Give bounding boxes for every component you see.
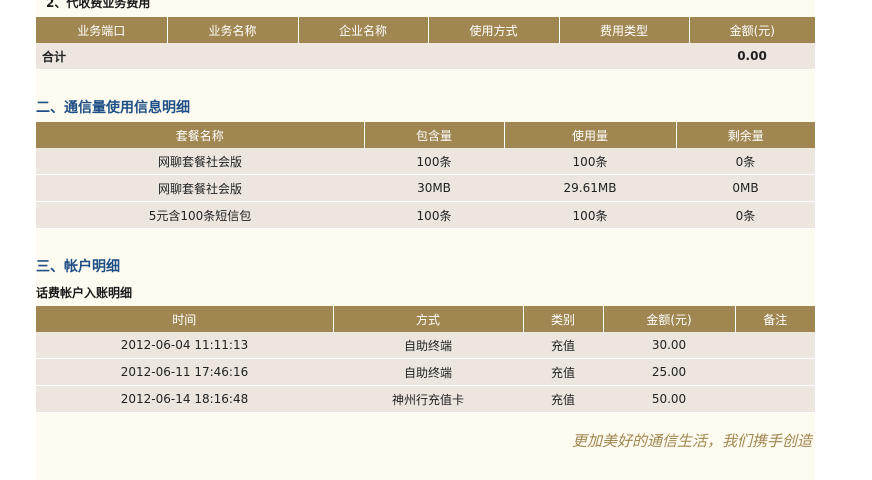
col-header-remaining: 剩余量 [676, 122, 815, 148]
account-credits-table: 时间 方式 类别 金额(元) 备注 2012-06-04 11:11:13 自助… [36, 306, 815, 413]
cell-method: 自助终端 [333, 332, 523, 359]
col-header-package-name: 套餐名称 [36, 122, 365, 148]
bill-content: 2、代收费业务费用 业务端口 业务名称 企业名称 使用方式 费用类型 金额(元)… [36, 0, 815, 480]
cell-included: 100条 [364, 201, 504, 229]
total-label: 合计 [36, 43, 689, 70]
footer-slogan: 更加美好的通信生活，我们携手创造 [571, 432, 812, 450]
col-header-amount: 金额(元) [689, 17, 815, 43]
cell-category: 充值 [523, 332, 603, 359]
cell-time: 2012-06-04 11:11:13 [36, 332, 333, 359]
usage-table: 套餐名称 包含量 使用量 剩余量 网聊套餐社会版 100条 100条 0条 网聊… [36, 122, 815, 229]
col-header-port: 业务端口 [36, 17, 168, 43]
section-title-usage: 二、通信量使用信息明细 [36, 100, 190, 116]
col-header-included: 包含量 [364, 122, 505, 148]
total-amount: 0.00 [689, 43, 815, 70]
cell-used: 100条 [504, 201, 676, 229]
cell-time: 2012-06-14 18:16:48 [36, 385, 333, 413]
total-row: 合计 0.00 [36, 43, 815, 70]
cell-package-name: 网聊套餐社会版 [36, 148, 364, 175]
cell-package-name: 5元含100条短信包 [36, 201, 364, 229]
cell-category: 充值 [523, 358, 603, 386]
col-header-method: 方式 [333, 306, 524, 332]
col-header-time: 时间 [36, 306, 334, 332]
col-header-company-name: 企业名称 [298, 17, 429, 43]
col-header-used: 使用量 [504, 122, 677, 148]
cell-included: 100条 [364, 148, 504, 175]
table-row: 2012-06-14 18:16:48 神州行充值卡 充值 50.00 [36, 385, 815, 413]
cell-remark [735, 358, 815, 386]
table-row: 网聊套餐社会版 100条 100条 0条 [36, 148, 815, 175]
col-header-usage-mode: 使用方式 [428, 17, 560, 43]
cell-package-name: 网聊套餐社会版 [36, 174, 364, 202]
cell-time: 2012-06-11 17:46:16 [36, 358, 333, 386]
cell-amount: 50.00 [603, 385, 735, 413]
table-row: 2012-06-11 17:46:16 自助终端 充值 25.00 [36, 358, 815, 386]
cell-used: 29.61MB [504, 174, 676, 202]
table-row: 网聊套餐社会版 30MB 29.61MB 0MB [36, 174, 815, 202]
table-row: 5元含100条短信包 100条 100条 0条 [36, 201, 815, 229]
collection-fees-table: 业务端口 业务名称 企业名称 使用方式 费用类型 金额(元) 合计 0.00 [36, 17, 815, 70]
cell-remaining: 0条 [676, 148, 815, 175]
table-row: 2012-06-04 11:11:13 自助终端 充值 30.00 [36, 332, 815, 359]
cell-method: 自助终端 [333, 358, 523, 386]
col-header-fee-type: 费用类型 [559, 17, 690, 43]
cell-remaining: 0MB [676, 174, 815, 202]
col-header-service-name: 业务名称 [167, 17, 299, 43]
cell-amount: 25.00 [603, 358, 735, 386]
cell-category: 充值 [523, 385, 603, 413]
cell-remark [735, 332, 815, 359]
cell-included: 30MB [364, 174, 504, 202]
cell-used: 100条 [504, 148, 676, 175]
cell-remaining: 0条 [676, 201, 815, 229]
col-header-amount: 金额(元) [603, 306, 736, 332]
cell-method: 神州行充值卡 [333, 385, 523, 413]
cell-amount: 30.00 [603, 332, 735, 359]
section-title-account: 三、帐户明细 [36, 259, 120, 275]
section-title-collection-fees: 2、代收费业务费用 [46, 0, 151, 10]
cell-remark [735, 385, 815, 413]
col-header-remark: 备注 [735, 306, 815, 332]
col-header-category: 类别 [523, 306, 604, 332]
section-subtitle-account-credits: 话费帐户入账明细 [36, 286, 133, 300]
